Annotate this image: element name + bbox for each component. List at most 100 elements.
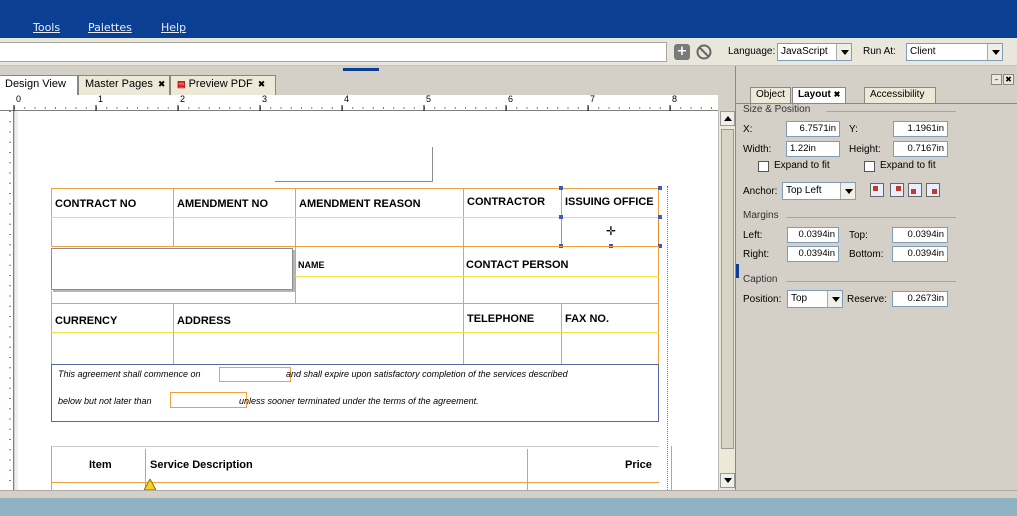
- ruler-mark: 7: [590, 94, 596, 104]
- script-editor-input[interactable]: [0, 42, 667, 62]
- anchor-select[interactable]: Top Left: [782, 182, 856, 200]
- tab-accessibility[interactable]: Accessibility: [864, 87, 936, 103]
- row-divider: [51, 332, 659, 333]
- runat-label: Run At:: [863, 46, 896, 57]
- price-header: Price: [625, 459, 652, 471]
- right-margin-field[interactable]: 0.0394in: [787, 246, 839, 262]
- caption-position-select[interactable]: Top: [787, 290, 843, 308]
- tab-design-view[interactable]: Design View: [0, 75, 78, 95]
- agreement-text-2b: unless sooner terminated under the terms…: [239, 396, 479, 406]
- tab-layout[interactable]: Layout ✖: [792, 87, 847, 103]
- anchor-bottom-right-icon[interactable]: [926, 183, 940, 197]
- service-description-header: Service Description: [150, 459, 253, 471]
- expire-date-field[interactable]: [170, 392, 247, 408]
- table-header-underline: [51, 482, 659, 483]
- height-field[interactable]: 0.7167in: [893, 141, 948, 157]
- section-divider: [826, 111, 956, 112]
- splitter-handle[interactable]: [343, 68, 379, 71]
- telephone-field[interactable]: [463, 332, 562, 365]
- close-icon[interactable]: ✖: [158, 79, 166, 90]
- top-margin-field[interactable]: 0.0394in: [892, 227, 948, 243]
- anchor-top-left-icon[interactable]: [870, 183, 884, 197]
- language-value: JavaScript: [781, 46, 828, 57]
- right-margin-label: Right:: [743, 249, 770, 260]
- vertical-ruler: [0, 111, 14, 490]
- selection-handle[interactable]: [559, 186, 563, 190]
- runat-select[interactable]: Client: [906, 43, 1003, 61]
- selection-handle[interactable]: [658, 215, 662, 219]
- vertical-scrollbar[interactable]: [718, 111, 735, 490]
- amendment-reason-field[interactable]: [295, 217, 464, 247]
- anchor-top-right-icon[interactable]: [890, 183, 904, 197]
- tab-master-pages[interactable]: Master Pages ✖: [78, 75, 170, 95]
- name-cell[interactable]: [295, 246, 464, 304]
- contractor-field[interactable]: [463, 217, 562, 247]
- service-table[interactable]: [51, 446, 659, 490]
- issuing-office-field-selected[interactable]: ✛: [561, 217, 659, 247]
- address-field[interactable]: [173, 332, 464, 365]
- contract-no-label: CONTRACT NO: [55, 198, 137, 210]
- row-divider: [295, 276, 659, 277]
- expand-width-label: Expand to fit: [774, 160, 830, 171]
- expand-width-checkbox[interactable]: [758, 161, 769, 172]
- close-icon[interactable]: ✖: [258, 79, 266, 90]
- floating-field-top[interactable]: [275, 147, 433, 182]
- contact-person-cell[interactable]: [463, 246, 659, 304]
- expand-script-button[interactable]: +: [674, 44, 690, 60]
- x-field[interactable]: 6.7571in: [786, 121, 840, 137]
- close-icon[interactable]: ✖: [834, 90, 841, 99]
- chevron-down-icon: [836, 44, 851, 60]
- fax-label: FAX NO.: [565, 313, 610, 325]
- properties-panel: – ✖ Object Layout ✖ Accessibility Size & …: [735, 66, 1017, 490]
- scroll-down-button[interactable]: [720, 473, 735, 488]
- tab-object[interactable]: Object: [750, 87, 791, 103]
- language-select[interactable]: JavaScript: [777, 43, 852, 61]
- anchor-bottom-left-icon[interactable]: [908, 183, 922, 197]
- fax-field[interactable]: [561, 332, 659, 365]
- menu-tools[interactable]: Tools: [33, 21, 60, 34]
- scroll-up-button[interactable]: [720, 111, 735, 126]
- left-margin-field[interactable]: 0.0394in: [787, 227, 839, 243]
- amendment-reason-label: AMENDMENT REASON: [299, 198, 421, 210]
- ruler-mark: 0: [16, 94, 22, 104]
- amendment-no-field[interactable]: [173, 217, 296, 247]
- menu-bar: Tools Palettes Help: [0, 0, 1017, 38]
- amendment-no-label: AMENDMENT NO: [177, 198, 269, 210]
- ruler-ticks: [13, 105, 718, 111]
- expand-height-checkbox[interactable]: [864, 161, 875, 172]
- y-field[interactable]: 1.1961in: [893, 121, 948, 137]
- menu-help[interactable]: Help: [161, 21, 186, 34]
- floating-field-name[interactable]: [51, 248, 293, 290]
- top-margin-label: Top:: [849, 230, 868, 241]
- page-canvas[interactable]: CONTRACT NO AMENDMENT NO AMENDMENT REASO…: [15, 111, 718, 490]
- tab-preview-pdf[interactable]: ▤ Preview PDF ✖: [170, 75, 276, 95]
- tab-label: Design View: [5, 78, 66, 90]
- width-field[interactable]: 1.22in: [786, 141, 840, 157]
- selection-handle[interactable]: [559, 215, 563, 219]
- width-label: Width:: [743, 144, 772, 155]
- currency-field[interactable]: [51, 332, 174, 365]
- scroll-thumb[interactable]: [721, 129, 734, 449]
- chevron-down-icon: [827, 291, 842, 307]
- minimize-icon[interactable]: –: [991, 74, 1002, 85]
- menu-palettes[interactable]: Palettes: [88, 21, 132, 34]
- selection-handle[interactable]: [658, 186, 662, 190]
- view-tabs: Design View Master Pages ✖ ▤ Preview PDF ✖: [0, 75, 735, 95]
- contact-person-label: CONTACT PERSON: [466, 259, 569, 271]
- close-icon[interactable]: ✖: [1003, 74, 1014, 85]
- bottom-margin-field[interactable]: 0.0394in: [892, 246, 948, 262]
- status-bar: [0, 490, 1017, 498]
- page-edge: [15, 111, 18, 490]
- language-label: Language:: [728, 46, 776, 57]
- commence-date-field[interactable]: [219, 367, 291, 382]
- left-margin-label: Left:: [743, 230, 763, 241]
- ruler-mark: 2: [180, 94, 186, 104]
- item-header: Item: [89, 459, 112, 471]
- reserve-field[interactable]: 0.2673in: [892, 291, 948, 307]
- ruler-mark: 5: [426, 94, 432, 104]
- caption-collapse-marker[interactable]: [736, 264, 739, 278]
- no-entry-icon[interactable]: [696, 44, 712, 60]
- ruler-mark: 4: [344, 94, 350, 104]
- contract-no-field[interactable]: [51, 217, 174, 247]
- address-label: ADDRESS: [177, 315, 231, 327]
